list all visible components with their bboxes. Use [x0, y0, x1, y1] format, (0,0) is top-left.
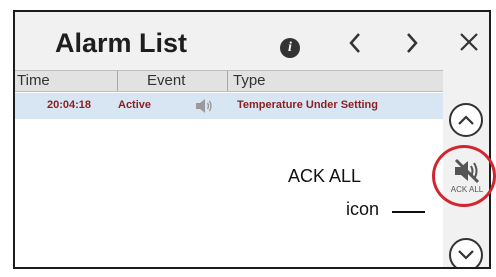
chevron-left-icon[interactable]: [343, 28, 367, 58]
table-row[interactable]: 20:04:18 Active Temperature Under Settin…: [15, 93, 443, 119]
page-title: Alarm List: [55, 28, 188, 58]
row-time: 20:04:18: [47, 99, 92, 111]
row-event: Active: [118, 99, 152, 111]
scroll-up-button[interactable]: [449, 103, 483, 137]
chevron-right-icon[interactable]: [400, 28, 424, 58]
alarm-table: Time Event Type 20:04:18 Active Temperat…: [15, 70, 444, 267]
chevron-up-icon: [458, 115, 474, 125]
close-svg: [460, 33, 478, 51]
chevron-left-svg: [349, 33, 360, 53]
column-divider: [227, 71, 228, 91]
speaker-icon: [196, 99, 212, 113]
table-header: Time Event Type: [15, 70, 443, 92]
column-header-time: Time: [17, 72, 50, 89]
column-divider: [117, 71, 118, 91]
row-type: Temperature Under Setting: [237, 99, 378, 111]
annotation-label: ACK ALL: [288, 166, 362, 186]
column-header-event: Event: [147, 72, 186, 89]
close-icon[interactable]: [455, 26, 483, 58]
annotation-leader-line: [392, 211, 425, 213]
alarm-list-panel: Alarm List i Time Event Type 20:04:18 Ac…: [13, 10, 491, 269]
highlight-ring: [432, 145, 496, 207]
chevron-right-svg: [407, 33, 418, 53]
info-icon[interactable]: i: [280, 38, 300, 58]
column-header-type: Type: [233, 72, 266, 89]
scroll-down-button[interactable]: [449, 238, 483, 267]
chevron-down-icon: [458, 250, 474, 260]
info-glyph: i: [288, 40, 292, 55]
annotation-label: icon: [346, 199, 380, 219]
